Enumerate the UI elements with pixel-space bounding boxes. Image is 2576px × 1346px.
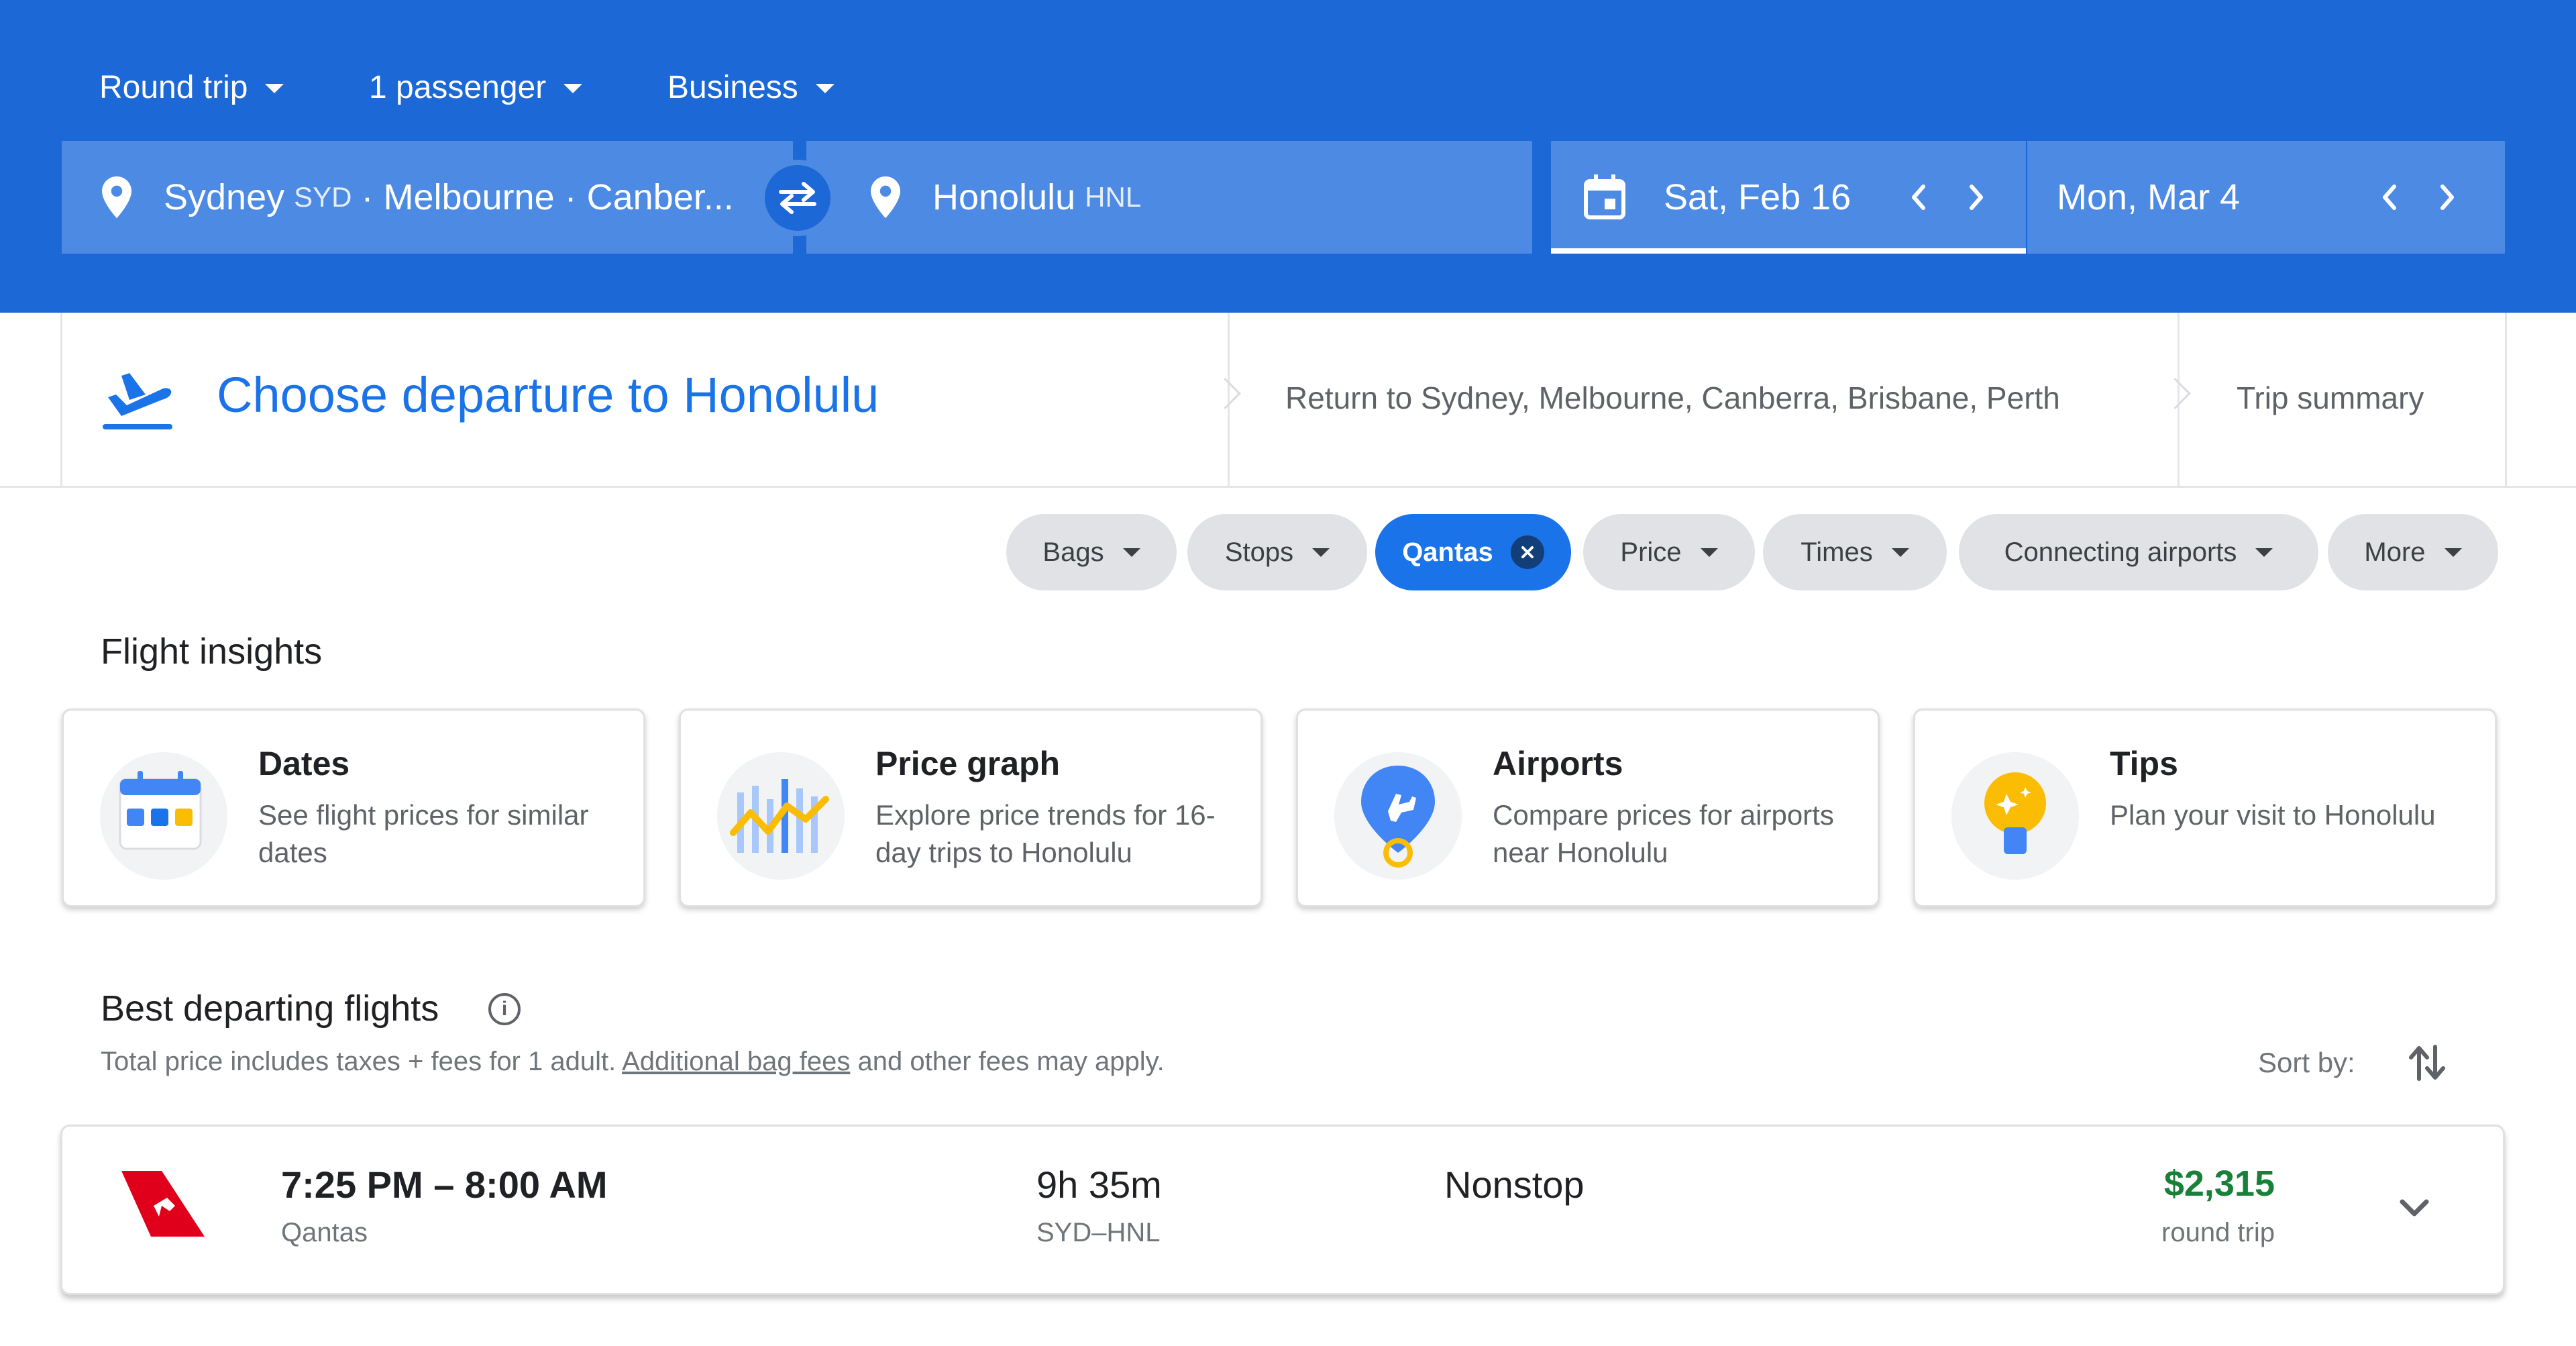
caret-down-icon xyxy=(2444,548,2462,557)
flight-price: $2,315 xyxy=(2163,1163,2275,1204)
return-date-field[interactable]: Mon, Mar 4 xyxy=(2027,141,2505,254)
depart-prev-button[interactable] xyxy=(1898,177,1939,217)
calendar-icon xyxy=(1584,174,1625,219)
step-trip-summary[interactable]: Trip summary xyxy=(2237,380,2424,416)
best-flights-title: Best departing flights xyxy=(101,988,439,1029)
active-field-underline xyxy=(1551,248,2026,254)
insight-card-airports[interactable]: Airports Compare prices for airports nea… xyxy=(1296,709,1880,907)
filter-label: Stops xyxy=(1224,537,1294,567)
filter-stops[interactable]: Stops xyxy=(1187,514,1367,590)
chevron-right-icon xyxy=(1970,185,1983,210)
search-header: Round trip 1 passenger Business Sydney S… xyxy=(0,0,2576,313)
bag-fees-link[interactable]: Additional bag fees xyxy=(622,1047,850,1076)
booking-steps: Choose departure to Honolulu Return to S… xyxy=(0,313,2576,488)
caret-down-icon xyxy=(1312,548,1330,557)
flight-times: 7:25 PM – 8:00 AM xyxy=(281,1163,608,1206)
flight-takeoff-icon xyxy=(103,373,172,429)
origin-other-cities: · Melbourne · Canber... xyxy=(361,177,734,217)
caret-down-icon xyxy=(2255,548,2273,557)
caret-down-icon xyxy=(564,84,583,93)
insight-title: Airports xyxy=(1493,745,1623,782)
insight-title: Dates xyxy=(258,745,350,782)
price-disclaimer: Total price includes taxes + fees for 1 … xyxy=(101,1047,1165,1077)
disclaimer-text: Total price includes taxes + fees for 1 … xyxy=(101,1047,623,1076)
step-active-title: Choose departure to Honolulu xyxy=(217,367,879,423)
filter-label: More xyxy=(2364,537,2426,567)
cabin-class-select[interactable]: Business xyxy=(667,67,835,107)
filter-times[interactable]: Times xyxy=(1763,514,1947,590)
insight-card-tips[interactable]: Tips Plan your visit to Honolulu xyxy=(1913,709,2497,907)
filter-bags[interactable]: Bags xyxy=(1006,514,1177,590)
chevron-down-icon[interactable] xyxy=(2394,1187,2434,1227)
disclaimer-text: and other fees may apply. xyxy=(850,1047,1165,1076)
flight-duration: 9h 35m xyxy=(1036,1163,1162,1206)
filter-label: Bags xyxy=(1042,537,1104,567)
caret-down-icon xyxy=(1891,548,1909,557)
location-pin-icon xyxy=(102,176,131,219)
depart-date-field[interactable]: Sat, Feb 16 xyxy=(1551,141,2026,254)
airline-name: Qantas xyxy=(281,1218,368,1247)
chevron-right-icon xyxy=(2159,378,2191,409)
calendar-icon xyxy=(100,752,227,880)
caret-down-icon xyxy=(815,84,835,93)
filter-label: Connecting airports xyxy=(2004,537,2237,567)
airport-pin-icon xyxy=(1334,752,1462,880)
filter-label: Times xyxy=(1801,537,1873,567)
filter-connecting-airports[interactable]: Connecting airports xyxy=(1959,514,2318,590)
insight-card-price-graph[interactable]: Price graph Explore price trends for 16-… xyxy=(679,709,1263,907)
return-date: Mon, Mar 4 xyxy=(2057,177,2241,217)
cabin-class-label: Business xyxy=(667,69,798,105)
depart-next-button[interactable] xyxy=(1956,177,1996,217)
insight-description: See flight prices for similar dates xyxy=(258,799,589,868)
insight-title: Tips xyxy=(2110,745,2178,782)
step-return[interactable]: Return to Sydney, Melbourne, Canberra, B… xyxy=(1285,380,2060,416)
lightbulb-icon xyxy=(1951,752,2079,880)
price-graph-icon xyxy=(717,752,845,880)
caret-down-icon xyxy=(1122,548,1140,557)
location-pin-icon xyxy=(871,176,900,219)
insight-description: Compare prices for airports near Honolul… xyxy=(1493,799,1834,868)
destination-city: Honolulu xyxy=(932,177,1076,217)
flight-insights-title: Flight insights xyxy=(101,631,323,672)
depart-date: Sat, Feb 16 xyxy=(1664,177,1851,217)
caret-down-icon xyxy=(265,84,284,93)
destination-input[interactable]: Honolulu HNL xyxy=(806,141,1532,254)
qantas-logo-icon xyxy=(121,1171,205,1237)
swap-button[interactable] xyxy=(759,160,836,236)
trip-type-label: Round trip xyxy=(99,69,248,105)
chevron-left-icon xyxy=(2383,185,2396,210)
filter-more[interactable]: More xyxy=(2328,514,2498,590)
destination-code: HNL xyxy=(1085,181,1142,213)
chevron-left-icon xyxy=(1912,185,1925,210)
price-type: round trip xyxy=(2161,1218,2275,1247)
origin-code: SYD xyxy=(294,181,352,213)
return-next-button[interactable] xyxy=(2427,177,2467,217)
flight-result-row[interactable]: 7:25 PM – 8:00 AM Qantas 9h 35m SYD–HNL … xyxy=(60,1125,2505,1295)
filter-airline-qantas[interactable]: Qantas xyxy=(1375,514,1571,590)
passengers-select[interactable]: 1 passenger xyxy=(369,67,583,107)
step-departure[interactable]: Choose departure to Honolulu xyxy=(60,313,1230,486)
sort-by-label: Sort by: xyxy=(2258,1047,2355,1078)
sort-icon[interactable] xyxy=(2407,1041,2447,1084)
insight-card-dates[interactable]: Dates See flight prices for similar date… xyxy=(62,709,645,907)
insight-title: Price graph xyxy=(875,745,1061,782)
origin-city: Sydney xyxy=(164,177,285,217)
insight-description: Plan your visit to Honolulu xyxy=(2110,799,2436,831)
clear-filter-icon[interactable] xyxy=(1510,535,1544,569)
origin-input[interactable]: Sydney SYD · Melbourne · Canber... xyxy=(62,141,793,254)
chevron-right-icon xyxy=(2440,185,2454,210)
passengers-label: 1 passenger xyxy=(369,69,547,105)
trip-type-select[interactable]: Round trip xyxy=(99,67,284,107)
filter-label: Price xyxy=(1620,537,1682,567)
insight-description: Explore price trends for 16-day trips to… xyxy=(875,799,1216,868)
filter-label: Qantas xyxy=(1402,537,1493,567)
filter-price[interactable]: Price xyxy=(1583,514,1755,590)
info-icon[interactable]: i xyxy=(488,993,521,1025)
caret-down-icon xyxy=(1700,548,1718,557)
return-prev-button[interactable] xyxy=(2369,177,2410,217)
flight-route: SYD–HNL xyxy=(1036,1218,1161,1247)
swap-arrows-icon xyxy=(779,182,816,214)
flight-stops: Nonstop xyxy=(1444,1163,1585,1206)
step-divider xyxy=(2505,313,2507,486)
